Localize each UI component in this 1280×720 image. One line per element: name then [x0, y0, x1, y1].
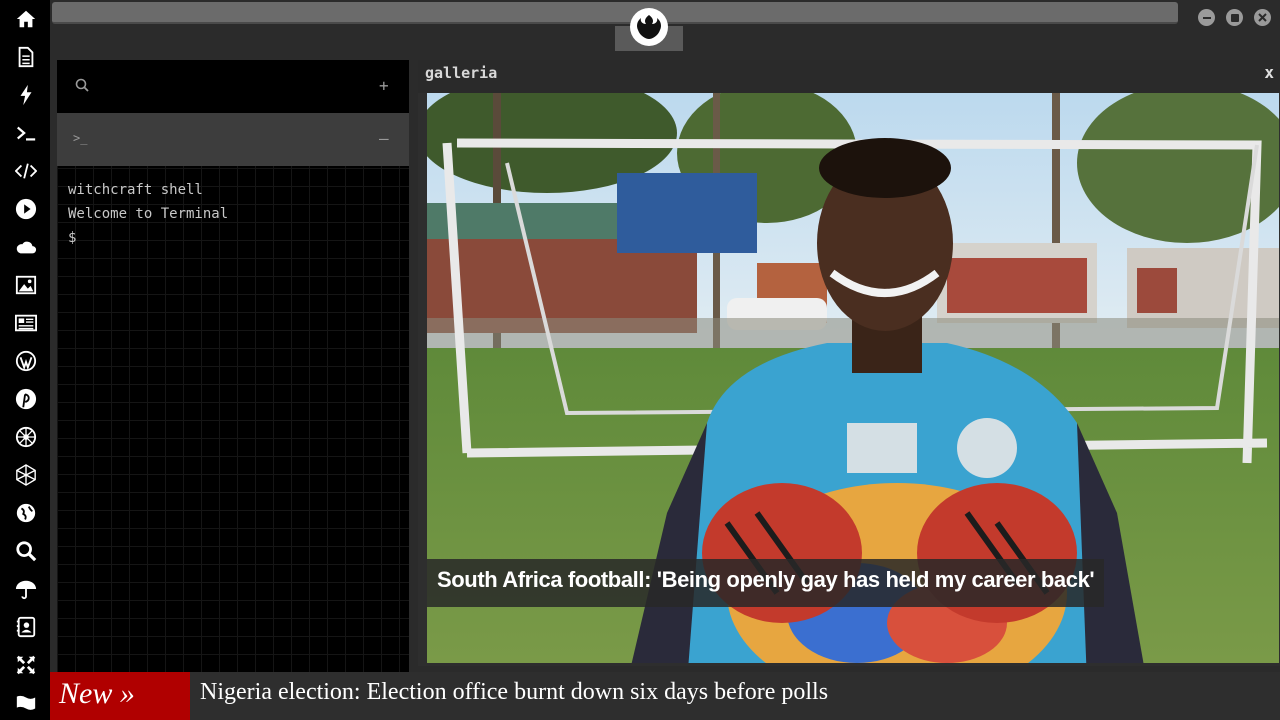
- terminal-search-row[interactable]: +: [57, 60, 409, 113]
- umbrella-icon[interactable]: [13, 576, 39, 602]
- expand-icon[interactable]: [13, 652, 39, 678]
- cloud-icon[interactable]: [13, 234, 39, 260]
- wordpress-icon[interactable]: [13, 348, 39, 374]
- terminal-icon[interactable]: [13, 120, 39, 146]
- galleria-window: galleria x South Africa football: 'Being…: [418, 60, 1280, 666]
- maximize-button[interactable]: [1226, 9, 1243, 26]
- newspaper-icon[interactable]: [13, 310, 39, 336]
- contacts-icon[interactable]: [13, 614, 39, 640]
- terminal-session-tab[interactable]: >_ –: [57, 113, 409, 166]
- rebel-alliance-logo-icon: [630, 8, 668, 46]
- close-window-button[interactable]: [1254, 9, 1271, 26]
- caption-box: South Africa football: 'Being openly gay…: [427, 559, 1105, 607]
- terminal-panel: + >_ – witchcraft shell Welcome to Termi…: [57, 60, 409, 672]
- app-sidebar: [0, 0, 50, 720]
- terminal-prompt-line: $: [68, 230, 77, 246]
- ticker-headline[interactable]: Nigeria election: Election office burnt …: [200, 679, 828, 706]
- collapse-terminal-button[interactable]: –: [379, 129, 389, 148]
- add-terminal-button[interactable]: +: [379, 76, 389, 95]
- galleria-close-button[interactable]: x: [1264, 63, 1274, 82]
- address-bar[interactable]: [52, 2, 1178, 24]
- terminal-line: Welcome to Terminal: [68, 206, 229, 222]
- galleria-title: galleria: [425, 64, 498, 82]
- globe-icon[interactable]: [13, 500, 39, 526]
- new-badge: New »: [50, 672, 190, 720]
- play-icon[interactable]: [13, 196, 39, 222]
- photo-caption[interactable]: South Africa football: 'Being openly gay…: [437, 567, 1095, 593]
- document-icon[interactable]: [13, 44, 39, 70]
- globe-mesh-icon[interactable]: [13, 462, 39, 488]
- terminal-line: witchcraft shell: [68, 182, 203, 198]
- settings-wheel-icon[interactable]: [13, 424, 39, 450]
- terminal-output[interactable]: witchcraft shell Welcome to Terminal $: [68, 178, 228, 250]
- minimize-button[interactable]: [1198, 9, 1215, 26]
- flag-icon[interactable]: [13, 690, 39, 716]
- news-ticker: New » Nigeria election: Election office …: [50, 672, 1280, 720]
- pinterest-icon[interactable]: [13, 386, 39, 412]
- galleria-header: galleria x: [418, 60, 1280, 93]
- image-icon[interactable]: [13, 272, 39, 298]
- code-icon[interactable]: [13, 158, 39, 184]
- bolt-icon[interactable]: [13, 82, 39, 108]
- prompt-icon: >_: [73, 131, 88, 145]
- top-bar: [50, 0, 1280, 54]
- search-icon[interactable]: [75, 78, 89, 96]
- search-icon[interactable]: [13, 538, 39, 564]
- home-icon[interactable]: [13, 6, 39, 32]
